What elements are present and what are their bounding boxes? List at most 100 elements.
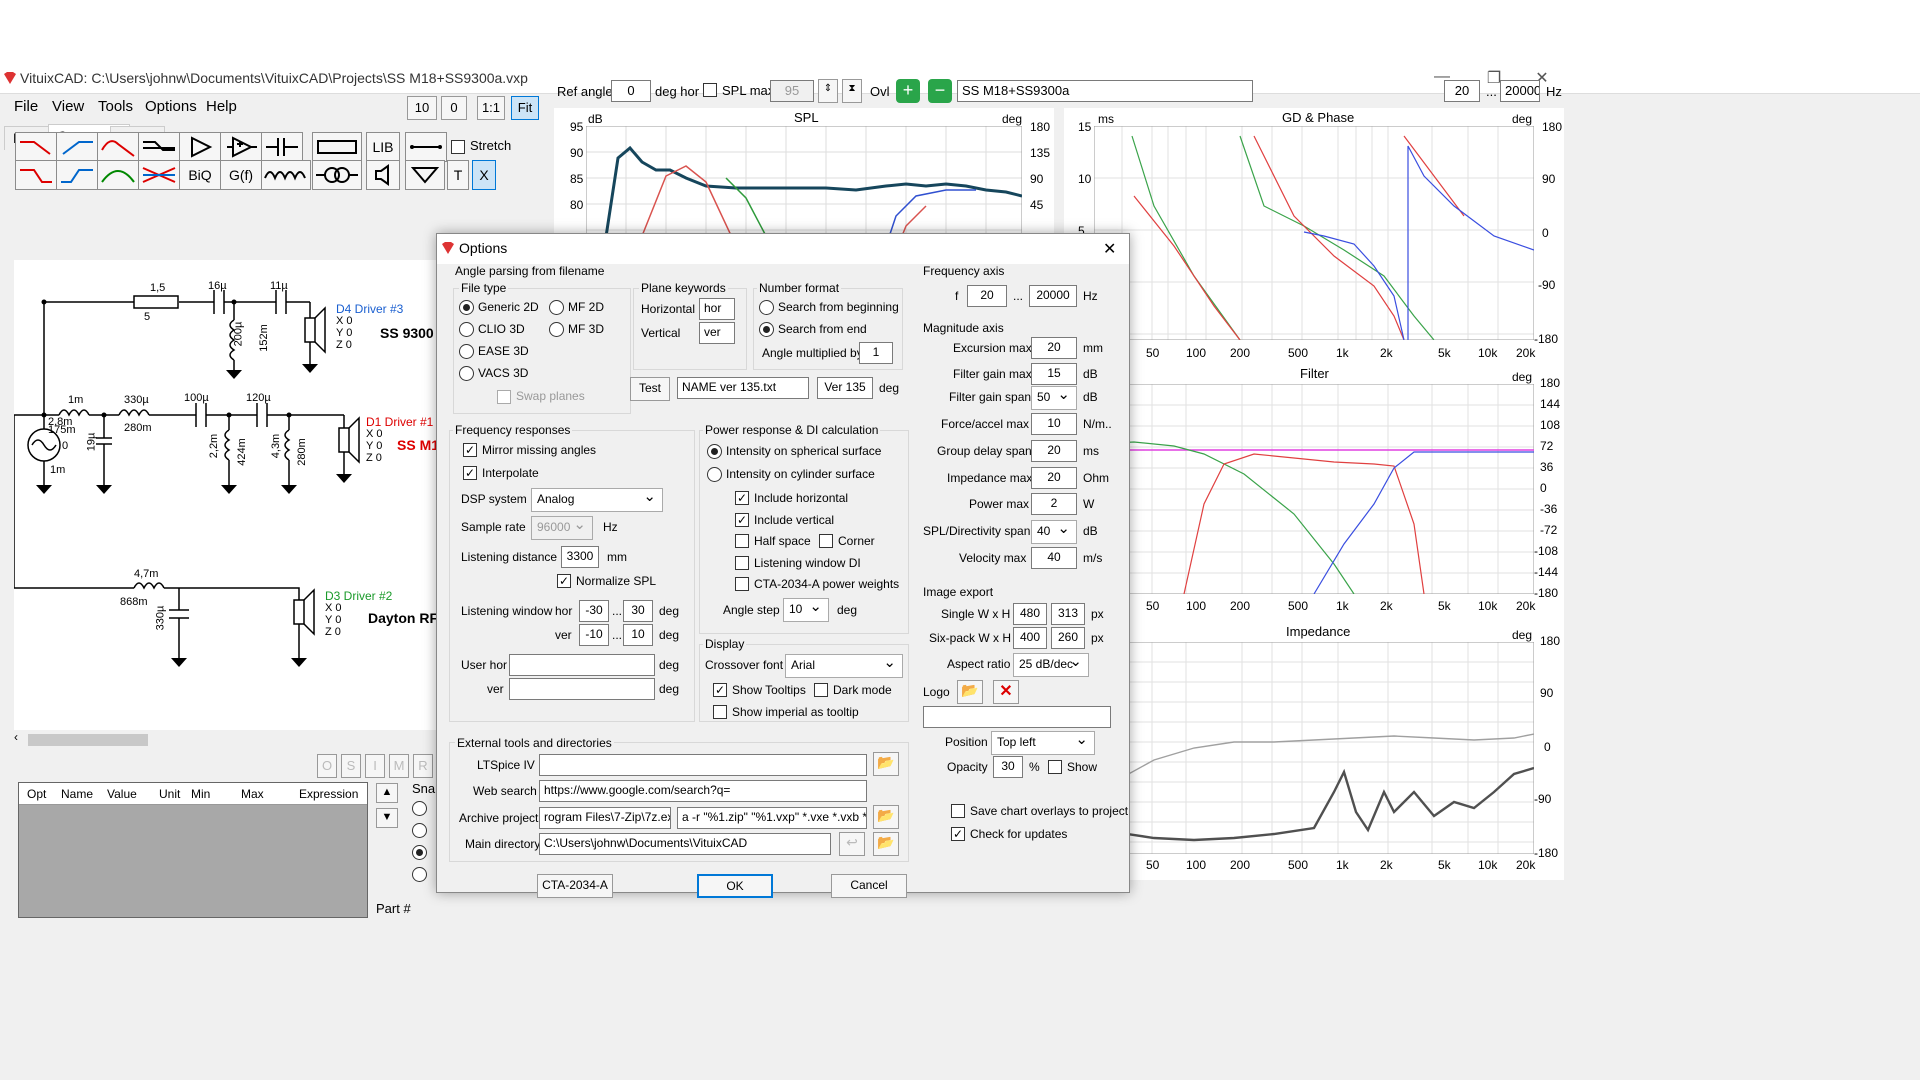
move-up-icon[interactable]: ▲ (376, 783, 398, 803)
cta-button[interactable]: CTA-2034-A (537, 874, 613, 898)
ft-mf3d-radio[interactable] (549, 322, 564, 337)
snap-radio-4[interactable] (412, 867, 427, 882)
ft-generic2d-radio[interactable] (459, 300, 474, 315)
search-begin-radio[interactable] (759, 300, 774, 315)
freq-axis-max[interactable]: 20000 (1029, 285, 1077, 307)
position-select[interactable]: Top left (991, 730, 1095, 755)
menu-tools[interactable]: Tools (98, 98, 133, 115)
hscroll-thumb[interactable] (28, 734, 148, 746)
buffer-icon[interactable] (179, 132, 221, 162)
col-expression[interactable]: Expression (299, 787, 358, 801)
osimr-i[interactable]: I (365, 754, 385, 778)
user-ver-input[interactable] (509, 678, 655, 700)
notch-icon[interactable] (138, 160, 180, 190)
spl-max-input[interactable]: 95 (770, 80, 814, 102)
dsp-select[interactable]: Analog (531, 487, 663, 512)
ltspice-input[interactable] (539, 754, 867, 776)
lw-hor-max[interactable]: 30 (623, 600, 653, 622)
col-value[interactable]: Value (107, 787, 137, 801)
vertical-input[interactable]: ver (699, 322, 735, 344)
angle-step-select[interactable]: 10 (783, 597, 829, 622)
mag-4-input[interactable]: 20 (1031, 440, 1077, 462)
horizontal-input[interactable]: hor (699, 298, 735, 320)
maindir-back-icon[interactable]: ↩ (839, 832, 865, 856)
lib-button[interactable]: LIB (366, 132, 400, 162)
corner-checkbox[interactable] (819, 534, 833, 548)
ref-angle-input[interactable]: 0 (611, 80, 651, 102)
ratio-button[interactable]: 1:1 (477, 96, 505, 120)
zoom-input-2[interactable]: 0 (441, 96, 467, 120)
lowpass2-icon[interactable] (97, 132, 139, 162)
show-logo-checkbox[interactable] (1048, 760, 1062, 774)
osimr-r[interactable]: R (413, 754, 433, 778)
spl-updown-icon[interactable]: ⇕ (818, 79, 838, 103)
spherical-radio[interactable] (707, 444, 722, 459)
opamp-icon[interactable] (220, 132, 262, 162)
menu-file[interactable]: File (14, 98, 38, 115)
impedance-chart[interactable]: Impedance deg 180 90 0 -90 -180 50 100 2… (1064, 622, 1564, 880)
logo-open-icon[interactable]: 📂 (957, 680, 983, 704)
mirror-checkbox[interactable]: ✓ (463, 443, 477, 457)
ver135-input[interactable]: Ver 135 (817, 377, 873, 399)
col-opt[interactable]: Opt (27, 787, 46, 801)
tooltips-checkbox[interactable]: ✓ (713, 683, 727, 697)
ft-mf2d-radio[interactable] (549, 300, 564, 315)
osimr-o[interactable]: O (317, 754, 337, 778)
lowpass-alt-icon[interactable] (15, 160, 57, 190)
dark-mode-checkbox[interactable] (814, 683, 828, 697)
test-button[interactable]: Test (630, 377, 670, 401)
single-h-input[interactable]: 313 (1051, 603, 1085, 625)
swap-planes-checkbox[interactable] (497, 390, 511, 404)
fmin-input[interactable]: 20 (1444, 80, 1480, 102)
zoom-input-1[interactable]: 10 (407, 96, 437, 120)
mag-3-input[interactable]: 10 (1031, 413, 1077, 435)
capacitor-icon[interactable] (261, 132, 303, 162)
archive-args-input[interactable]: a -r "%1.zip" "%1.vxp" *.vxe *.vxb *.vx (677, 807, 867, 829)
highpass-alt-icon[interactable] (56, 160, 98, 190)
spl-reset-icon[interactable]: ⧗ (842, 79, 862, 103)
cancel-button[interactable]: Cancel (831, 874, 907, 898)
six-h-input[interactable]: 260 (1051, 627, 1085, 649)
lw-hor-min[interactable]: -30 (579, 600, 609, 622)
highpass-icon[interactable] (56, 132, 98, 162)
gf-button[interactable]: G(f) (220, 160, 262, 190)
col-max[interactable]: Max (241, 787, 264, 801)
snap-radio-1[interactable] (412, 801, 427, 816)
archive-exe-input[interactable]: rogram Files\7-Zip\7z.exe (539, 807, 671, 829)
osimr-m[interactable]: M (389, 754, 409, 778)
bandpass-icon[interactable] (97, 160, 139, 190)
search-end-radio[interactable] (759, 322, 774, 337)
add-overlay-icon[interactable]: + (896, 79, 920, 103)
half-space-checkbox[interactable] (735, 534, 749, 548)
gd-phase-chart[interactable]: GD & Phase ms deg 15 10 5 180 90 0 -90 -… (1064, 108, 1564, 370)
angle-mult-input[interactable]: 1 (859, 342, 893, 364)
mag-8-input[interactable]: 40 (1031, 547, 1077, 569)
inc-ver-checkbox[interactable]: ✓ (735, 513, 749, 527)
text-tool-button[interactable]: T (447, 160, 469, 190)
spl-max-checkbox[interactable] (703, 83, 717, 97)
ltspice-folder-icon[interactable]: 📂 (873, 752, 899, 776)
archive-folder-icon[interactable]: 📂 (873, 805, 899, 829)
lw-ver-max[interactable]: 10 (623, 624, 653, 646)
ground-icon[interactable] (405, 160, 445, 190)
speaker-icon[interactable] (366, 160, 400, 190)
osimr-s[interactable]: S (341, 754, 361, 778)
resistor-icon[interactable] (312, 132, 362, 162)
snap-radio-3[interactable] (412, 845, 427, 860)
ft-clio3d-radio[interactable] (459, 322, 474, 337)
snap-radio-2[interactable] (412, 823, 427, 838)
shelf-icon[interactable] (138, 132, 180, 162)
lowpass-icon[interactable] (15, 132, 57, 162)
optimizer-table[interactable]: Opt Name Value Unit Min Max Expression (18, 782, 368, 918)
user-hor-input[interactable] (509, 654, 655, 676)
normalize-checkbox[interactable]: ✓ (557, 574, 571, 588)
check-updates-checkbox[interactable]: ✓ (951, 827, 965, 841)
name-sample-input[interactable]: NAME ver 135.txt (677, 377, 809, 399)
mag-5-input[interactable]: 20 (1031, 467, 1077, 489)
dialog-close-icon[interactable]: ✕ (1103, 239, 1116, 259)
fit-button[interactable]: Fit (511, 96, 539, 120)
websearch-input[interactable]: https://www.google.com/search?q= (539, 780, 867, 802)
fmax-input[interactable]: 20000 (1500, 80, 1540, 102)
lw-di-checkbox[interactable] (735, 556, 749, 570)
menu-help[interactable]: Help (206, 98, 237, 115)
